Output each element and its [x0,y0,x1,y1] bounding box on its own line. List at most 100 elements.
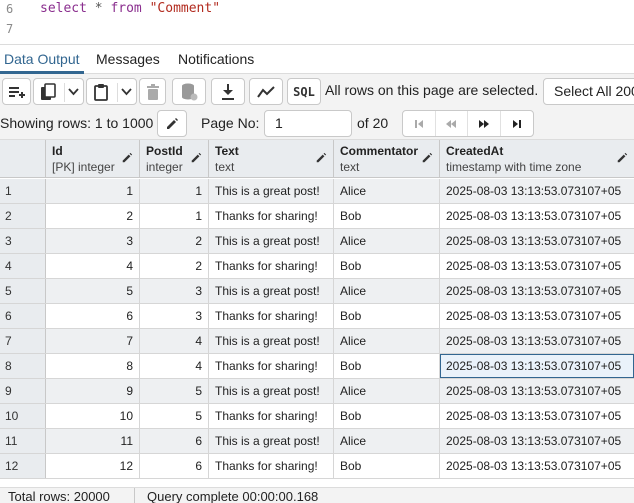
code-line[interactable]: select * from "Comment" [40,1,220,16]
pencil-icon[interactable] [190,152,202,164]
cell-text[interactable]: This is a great post! [209,179,334,203]
cell-postid[interactable]: 6 [140,454,209,478]
previous-page-button[interactable] [436,111,468,136]
column-header-id[interactable]: Id [PK] integer [46,140,140,178]
row-number[interactable]: 12 [0,454,46,478]
table-row[interactable]: 1 1 1 This is a great post! Alice 2025-0… [0,179,634,204]
next-page-button[interactable] [468,111,501,136]
cell-createdat[interactable]: 2025-08-03 13:13:53.073107+05 [440,404,634,428]
cell-postid[interactable]: 1 [140,204,209,228]
row-number[interactable]: 4 [0,254,46,278]
cell-id[interactable]: 8 [46,354,140,378]
query-editor[interactable]: 6 select * from "Comment" 7 [0,0,634,42]
row-number-header[interactable] [0,140,46,178]
cell-commentator[interactable]: Bob [334,204,440,228]
cell-createdat[interactable]: 2025-08-03 13:13:53.073107+05 [440,454,634,478]
cell-id[interactable]: 6 [46,304,140,328]
sql-button[interactable]: SQL [287,78,321,105]
row-number[interactable]: 10 [0,404,46,428]
table-row[interactable]: 3 3 2 This is a great post! Alice 2025-0… [0,229,634,254]
table-row[interactable]: 11 11 6 This is a great post! Alice 2025… [0,429,634,454]
cell-text[interactable]: Thanks for sharing! [209,304,334,328]
cell-id[interactable]: 12 [46,454,140,478]
cell-id[interactable]: 2 [46,204,140,228]
cell-postid[interactable]: 2 [140,254,209,278]
cell-commentator[interactable]: Bob [334,404,440,428]
cell-id[interactable]: 11 [46,429,140,453]
row-number[interactable]: 11 [0,429,46,453]
cell-id[interactable]: 9 [46,379,140,403]
page-number-input[interactable]: 1 [264,110,352,137]
cell-commentator[interactable]: Bob [334,254,440,278]
cell-createdat[interactable]: 2025-08-03 13:13:53.073107+05 [440,229,634,253]
cell-text[interactable]: This is a great post! [209,229,334,253]
cell-commentator[interactable]: Bob [334,454,440,478]
cell-id[interactable]: 7 [46,329,140,353]
cell-createdat[interactable]: 2025-08-03 13:13:53.073107+05 [440,254,634,278]
cell-createdat[interactable]: 2025-08-03 13:13:53.073107+05 [440,204,634,228]
table-row[interactable]: 7 7 4 This is a great post! Alice 2025-0… [0,329,634,354]
first-page-button[interactable] [403,111,436,136]
cell-text[interactable]: This is a great post! [209,429,334,453]
download-button[interactable] [211,78,245,105]
cell-createdat[interactable]: 2025-08-03 13:13:53.073107+05 [440,379,634,403]
cell-commentator[interactable]: Alice [334,329,440,353]
column-header-createdat[interactable]: CreatedAt timestamp with time zone [440,140,634,178]
table-row[interactable]: 4 4 2 Thanks for sharing! Bob 2025-08-03… [0,254,634,279]
cell-text[interactable]: Thanks for sharing! [209,204,334,228]
save-data-button[interactable] [172,78,206,105]
cell-createdat[interactable]: 2025-08-03 13:13:53.073107+05 [440,279,634,303]
cell-id[interactable]: 4 [46,254,140,278]
column-header-commentator[interactable]: Commentator text [334,140,440,178]
table-row[interactable]: 5 5 3 This is a great post! Alice 2025-0… [0,279,634,304]
edit-rows-button[interactable] [157,110,187,137]
select-all-rows-button[interactable]: Select All 20000 Rows [543,78,634,105]
cell-text[interactable]: Thanks for sharing! [209,354,334,378]
row-number[interactable]: 6 [0,304,46,328]
cell-text[interactable]: Thanks for sharing! [209,404,334,428]
pencil-icon[interactable] [421,152,433,164]
cell-postid[interactable]: 3 [140,304,209,328]
pencil-icon[interactable] [616,152,628,164]
column-header-postid[interactable]: PostId integer [140,140,209,178]
cell-id[interactable]: 10 [46,404,140,428]
cell-id[interactable]: 3 [46,229,140,253]
cell-postid[interactable]: 1 [140,179,209,203]
cell-text[interactable]: This is a great post! [209,329,334,353]
cell-commentator[interactable]: Alice [334,379,440,403]
paste-button[interactable] [86,78,137,105]
cell-text[interactable]: This is a great post! [209,379,334,403]
cell-createdat[interactable]: 2025-08-03 13:13:53.073107+05 [440,429,634,453]
pencil-icon[interactable] [121,152,133,164]
cell-postid[interactable]: 4 [140,329,209,353]
table-row[interactable]: 2 2 1 Thanks for sharing! Bob 2025-08-03… [0,204,634,229]
table-row[interactable]: 6 6 3 Thanks for sharing! Bob 2025-08-03… [0,304,634,329]
cell-postid[interactable]: 3 [140,279,209,303]
add-row-button[interactable] [2,78,31,105]
copy-button[interactable] [33,78,84,105]
table-row[interactable]: 12 12 6 Thanks for sharing! Bob 2025-08-… [0,454,634,479]
tab-notifications[interactable]: Notifications [178,51,254,67]
cell-commentator[interactable]: Alice [334,429,440,453]
cell-commentator[interactable]: Alice [334,279,440,303]
cell-text[interactable]: Thanks for sharing! [209,254,334,278]
table-row[interactable]: 8 8 4 Thanks for sharing! Bob 2025-08-03… [0,354,634,379]
cell-postid[interactable]: 4 [140,354,209,378]
delete-button[interactable] [139,78,166,105]
row-number[interactable]: 5 [0,279,46,303]
table-row[interactable]: 10 10 5 Thanks for sharing! Bob 2025-08-… [0,404,634,429]
cell-commentator[interactable]: Alice [334,229,440,253]
row-number[interactable]: 7 [0,329,46,353]
cell-createdat[interactable]: 2025-08-03 13:13:53.073107+05 [440,329,634,353]
tab-data-output[interactable]: Data Output [4,51,80,67]
cell-id[interactable]: 5 [46,279,140,303]
row-number[interactable]: 2 [0,204,46,228]
last-page-button[interactable] [501,111,533,136]
column-header-text[interactable]: Text text [209,140,334,178]
cell-id[interactable]: 1 [46,179,140,203]
cell-text[interactable]: This is a great post! [209,279,334,303]
cell-postid[interactable]: 2 [140,229,209,253]
cell-postid[interactable]: 6 [140,429,209,453]
graph-visualiser-button[interactable] [249,78,283,105]
cell-commentator[interactable]: Bob [334,304,440,328]
